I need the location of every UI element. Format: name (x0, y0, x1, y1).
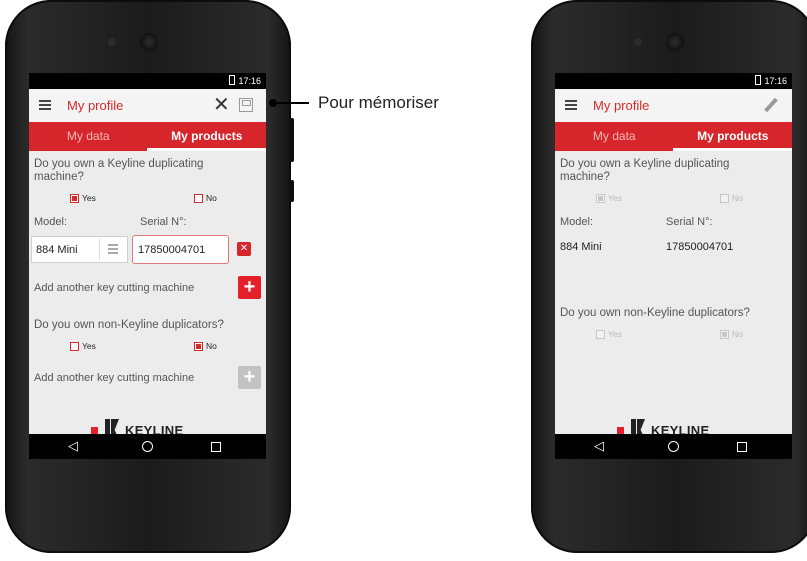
front-camera (634, 38, 642, 46)
add-keyline-machine-button[interactable]: + (238, 276, 261, 299)
annotation-text: Pour mémoriser (318, 93, 439, 112)
serial-value: 17850004701 (138, 244, 206, 256)
page-title: My profile (593, 98, 650, 113)
earpiece-speaker (666, 33, 684, 51)
status-time: 17:16 (764, 76, 787, 86)
model-select[interactable]: 884 Mini (31, 236, 128, 263)
checkbox-checked-icon (596, 194, 605, 203)
products-summary: Do you own a Keyline duplicating machine… (555, 151, 792, 440)
android-nav-bar: ◁ (555, 434, 792, 459)
phone-view-mode: 17:16 My profile My data My products Do … (531, 0, 807, 553)
checkbox-label: Yes (608, 193, 622, 203)
checkbox-unchecked-icon (720, 194, 729, 203)
earpiece-speaker (140, 33, 158, 51)
checkbox-checked-icon (70, 194, 79, 203)
checkbox-keyline-no[interactable]: No (194, 193, 217, 204)
products-form: Do you own a Keyline duplicating machine… (29, 151, 266, 440)
serial-label: Serial N°: (140, 216, 187, 228)
question-keyline-machine: Do you own a Keyline duplicating machine… (560, 158, 730, 183)
page-title: My profile (67, 98, 124, 113)
battery-icon (229, 75, 236, 85)
checkbox-label: Yes (82, 341, 96, 351)
add-machine-label: Add another key cutting machine (34, 282, 195, 294)
delete-machine-button[interactable]: ✕ (237, 242, 251, 256)
tab-my-data[interactable]: My data (555, 122, 674, 151)
model-value: 884 Mini (560, 241, 602, 253)
checkbox-unchecked-icon (194, 194, 203, 203)
plus-icon: + (243, 276, 256, 298)
serial-input[interactable]: 17850004701 (132, 235, 229, 264)
question-keyline-machine: Do you own a Keyline duplicating machine… (34, 158, 204, 183)
status-bar: 17:16 (29, 73, 266, 89)
checkbox-keyline-yes[interactable]: Yes (70, 193, 96, 204)
plus-icon: + (243, 366, 256, 388)
model-label: Model: (560, 216, 594, 228)
app-bar: My profile ✕ (29, 89, 266, 122)
checkbox-non-keyline-yes: Yes (596, 329, 622, 340)
checkbox-keyline-yes: Yes (596, 193, 622, 204)
back-icon[interactable]: ◁ (594, 439, 604, 453)
add-non-keyline-machine-button[interactable]: + (238, 366, 261, 389)
pencil-icon[interactable] (764, 97, 778, 113)
battery-icon (755, 75, 762, 85)
checkbox-label: No (206, 341, 217, 351)
add-machine-label-2: Add another key cutting machine (34, 372, 195, 384)
back-icon[interactable]: ◁ (68, 439, 78, 453)
android-nav-bar: ◁ (29, 434, 266, 459)
serial-label: Serial N°: (666, 216, 713, 228)
phone-edit-mode: 17:16 My profile ✕ My data My products D… (5, 0, 294, 553)
volume-button (290, 118, 294, 162)
checkbox-non-keyline-no[interactable]: No (194, 341, 217, 352)
checkbox-checked-icon (194, 342, 203, 351)
tab-my-data[interactable]: My data (29, 122, 148, 151)
checkbox-label: Yes (82, 193, 96, 203)
checkbox-checked-icon (720, 330, 729, 339)
menu-icon[interactable] (565, 100, 577, 110)
status-bar: 17:16 (555, 73, 792, 89)
menu-icon[interactable] (39, 100, 51, 110)
checkbox-non-keyline-no: No (720, 329, 743, 340)
recent-apps-icon[interactable] (211, 442, 221, 452)
checkbox-keyline-no: No (720, 193, 743, 204)
recent-apps-icon[interactable] (737, 442, 747, 452)
screen: 17:16 My profile ✕ My data My products D… (29, 73, 266, 459)
home-icon[interactable] (668, 441, 679, 452)
tab-bar: My data My products (555, 122, 792, 151)
checkbox-label: No (732, 329, 743, 339)
front-camera (108, 38, 116, 46)
question-non-keyline: Do you own non-Keyline duplicators? (34, 319, 224, 331)
app-bar: My profile (555, 89, 792, 122)
checkbox-non-keyline-yes[interactable]: Yes (70, 341, 96, 352)
model-label: Model: (34, 216, 68, 228)
screen: 17:16 My profile My data My products Do … (555, 73, 792, 459)
tab-my-products[interactable]: My products (674, 122, 793, 151)
status-time: 17:16 (238, 76, 261, 86)
tab-bar: My data My products (29, 122, 266, 151)
close-icon[interactable]: ✕ (213, 95, 230, 115)
delete-icon: ✕ (239, 243, 249, 254)
checkbox-label: Yes (608, 329, 622, 339)
question-non-keyline: Do you own non-Keyline duplicators? (560, 307, 750, 319)
home-icon[interactable] (142, 441, 153, 452)
serial-value: 17850004701 (666, 241, 734, 253)
model-value: 884 Mini (36, 244, 78, 256)
checkbox-label: No (732, 193, 743, 203)
checkbox-unchecked-icon (70, 342, 79, 351)
annotation-pointer-line (273, 102, 309, 104)
list-icon[interactable] (99, 239, 126, 260)
save-icon[interactable] (239, 98, 253, 112)
checkbox-unchecked-icon (596, 330, 605, 339)
tab-my-products[interactable]: My products (148, 122, 267, 151)
checkbox-label: No (206, 193, 217, 203)
power-button (290, 180, 294, 202)
